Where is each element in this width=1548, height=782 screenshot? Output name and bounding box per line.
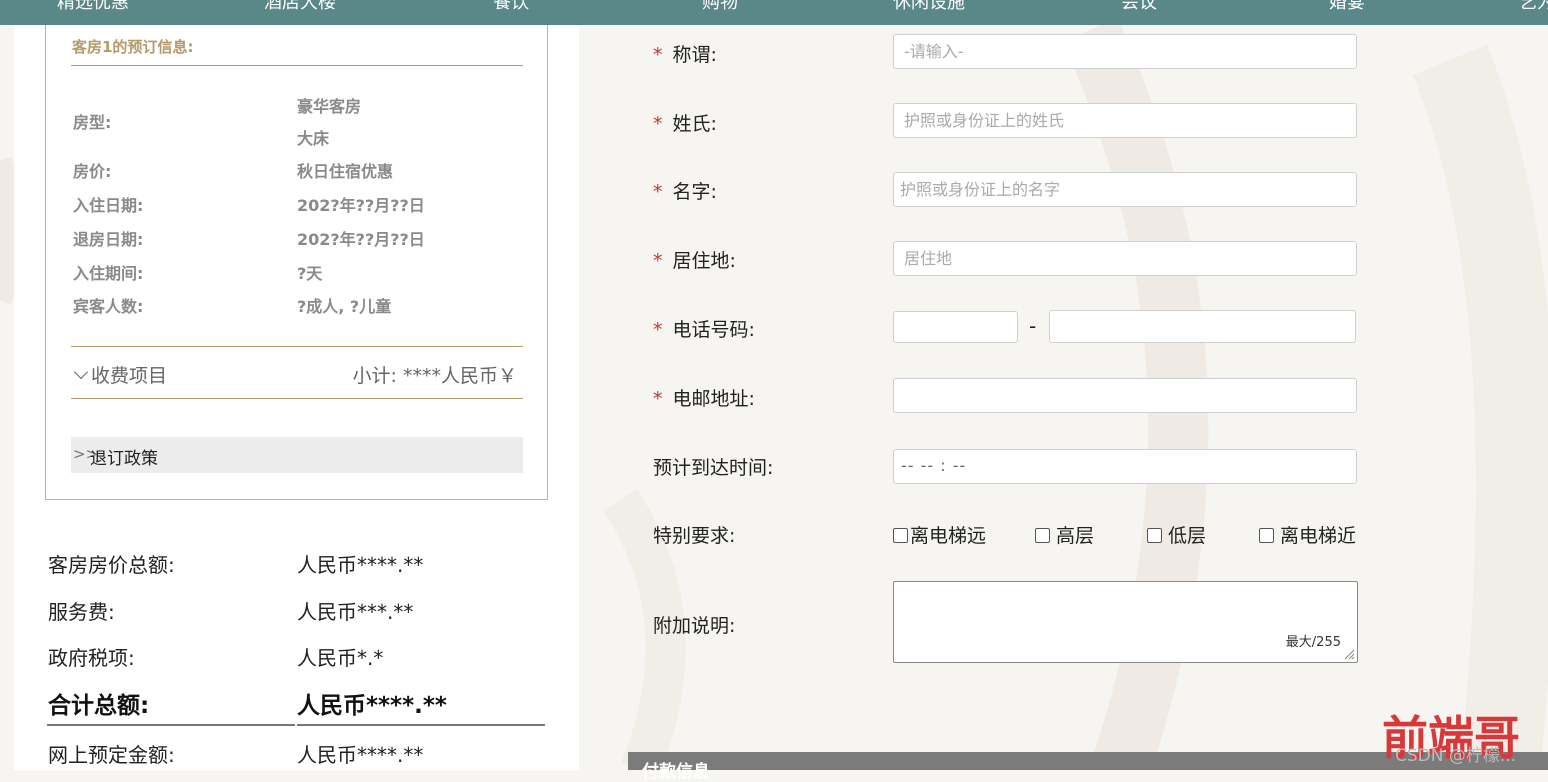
checkbox-icon — [1147, 527, 1162, 543]
salutation-label: * 称谓: — [653, 44, 717, 66]
check-out-value: 202?年??月??日 — [297, 230, 425, 249]
notes-textarea[interactable]: 最大/255 — [893, 581, 1358, 663]
checkbox-icon — [1259, 527, 1274, 543]
fee-items-toggle[interactable]: 收费项目 — [73, 361, 167, 388]
room-type-label: 房型: — [73, 113, 112, 132]
nav-item-hotel[interactable]: 酒店大楼 — [264, 0, 336, 14]
email-label: * 电邮地址: — [653, 388, 755, 410]
nav-item-offers[interactable]: 精选优惠 — [57, 0, 129, 14]
phone-label: * 电话号码: — [653, 319, 755, 341]
nav-item-meetings[interactable]: 会议 — [1121, 0, 1157, 14]
arrival-time-input[interactable]: -- -- : -- — [893, 449, 1357, 484]
rate-label: 房价: — [73, 162, 112, 181]
phone-area-code-input[interactable] — [893, 311, 1018, 343]
divider — [71, 346, 523, 347]
room-booking-info-panel: 客房1的预订信息: 房型: 豪华客房 大床 房价: 秋日住宿优惠 入住日期: 2… — [45, 25, 548, 500]
stay-length-label: 入住期间: — [73, 264, 144, 283]
residence-input[interactable] — [893, 241, 1357, 276]
notes-char-counter: 最大/255 — [1285, 635, 1341, 650]
nav-item-art[interactable]: 艺为 — [1519, 0, 1548, 14]
room-type-value: 豪华客房 — [297, 97, 362, 116]
salutation-input[interactable] — [893, 34, 1357, 69]
cancellation-policy-link[interactable]: >> 退订政策 — [71, 437, 523, 473]
service-fee-label: 服务费: — [48, 600, 115, 624]
request-far-from-elevator-checkbox[interactable]: 离电梯远 — [893, 521, 986, 548]
arrival-time-label: 预计到达时间: — [653, 457, 774, 479]
surname-label: * 姓氏: — [653, 113, 717, 135]
grand-total-label: 合计总额: — [48, 693, 150, 719]
service-fee-value: 人民币***.** — [297, 600, 414, 624]
bed-type-value: 大床 — [297, 129, 330, 148]
nav-item-dining[interactable]: 餐饮 — [493, 0, 529, 14]
nav-item-shopping[interactable]: 购物 — [702, 0, 738, 14]
nav-item-leisure[interactable]: 休闲设施 — [893, 0, 965, 14]
request-low-floor-checkbox[interactable]: 低层 — [1147, 521, 1206, 548]
surname-input[interactable] — [893, 103, 1357, 138]
stay-length-value: ?天 — [297, 264, 323, 283]
cancellation-policy-label: 退订政策 — [90, 449, 158, 469]
fee-items-label: 收费项目 — [91, 365, 168, 387]
tax-label: 政府税项: — [48, 646, 135, 670]
given-name-label: * 名字: — [653, 181, 717, 203]
chevron-down-icon — [73, 364, 89, 380]
given-name-input[interactable] — [893, 172, 1357, 207]
checkbox-icon — [1035, 527, 1050, 543]
rate-value: 秋日住宿优惠 — [297, 162, 394, 181]
booking-info-title: 客房1的预订信息: — [72, 38, 194, 56]
guests-label: 宾客人数: — [73, 297, 144, 316]
check-in-label: 入住日期: — [73, 196, 144, 215]
subtotal-text: 小计: ****人民币￥ — [352, 365, 517, 387]
grand-total-value: 人民币****.** — [297, 693, 447, 719]
check-in-value: 202?年??月??日 — [297, 196, 425, 215]
divider — [297, 724, 545, 726]
divider — [71, 65, 523, 66]
top-nav-bar: 精选优惠 酒店大楼 餐饮 购物 休闲设施 会议 婚宴 艺为 — [0, 0, 1548, 25]
arrival-time-value: -- -- : -- — [901, 456, 967, 475]
request-high-floor-checkbox[interactable]: 高层 — [1035, 521, 1094, 548]
special-requests-label: 特别要求: — [653, 525, 736, 547]
tax-value: 人民币*.* — [297, 646, 384, 670]
request-near-elevator-checkbox[interactable]: 离电梯近 — [1259, 521, 1356, 548]
resize-handle-icon[interactable] — [1343, 648, 1355, 660]
divider — [71, 398, 523, 399]
room-total-label: 客房房价总额: — [48, 553, 175, 577]
divider — [47, 724, 295, 726]
email-input[interactable] — [893, 378, 1357, 413]
watermark-text: CSDN @柠檬... — [1395, 746, 1517, 766]
guests-value: ?成人, ?儿童 — [297, 297, 392, 316]
nav-item-weddings[interactable]: 婚宴 — [1329, 0, 1365, 14]
residence-label: * 居住地: — [653, 250, 736, 272]
check-out-label: 退房日期: — [73, 230, 144, 249]
phone-separator: - — [1029, 314, 1037, 338]
phone-number-input[interactable] — [1049, 310, 1356, 343]
online-deposit-value: 人民币****.** — [297, 743, 424, 767]
room-total-value: 人民币****.** — [297, 553, 424, 577]
booking-summary-column: 客房1的预订信息: 房型: 豪华客房 大床 房价: 秋日住宿优惠 入住日期: 2… — [14, 25, 579, 770]
checkbox-icon — [893, 527, 908, 543]
online-deposit-label: 网上预定金额: — [48, 743, 175, 767]
notes-label: 附加说明: — [653, 615, 736, 637]
